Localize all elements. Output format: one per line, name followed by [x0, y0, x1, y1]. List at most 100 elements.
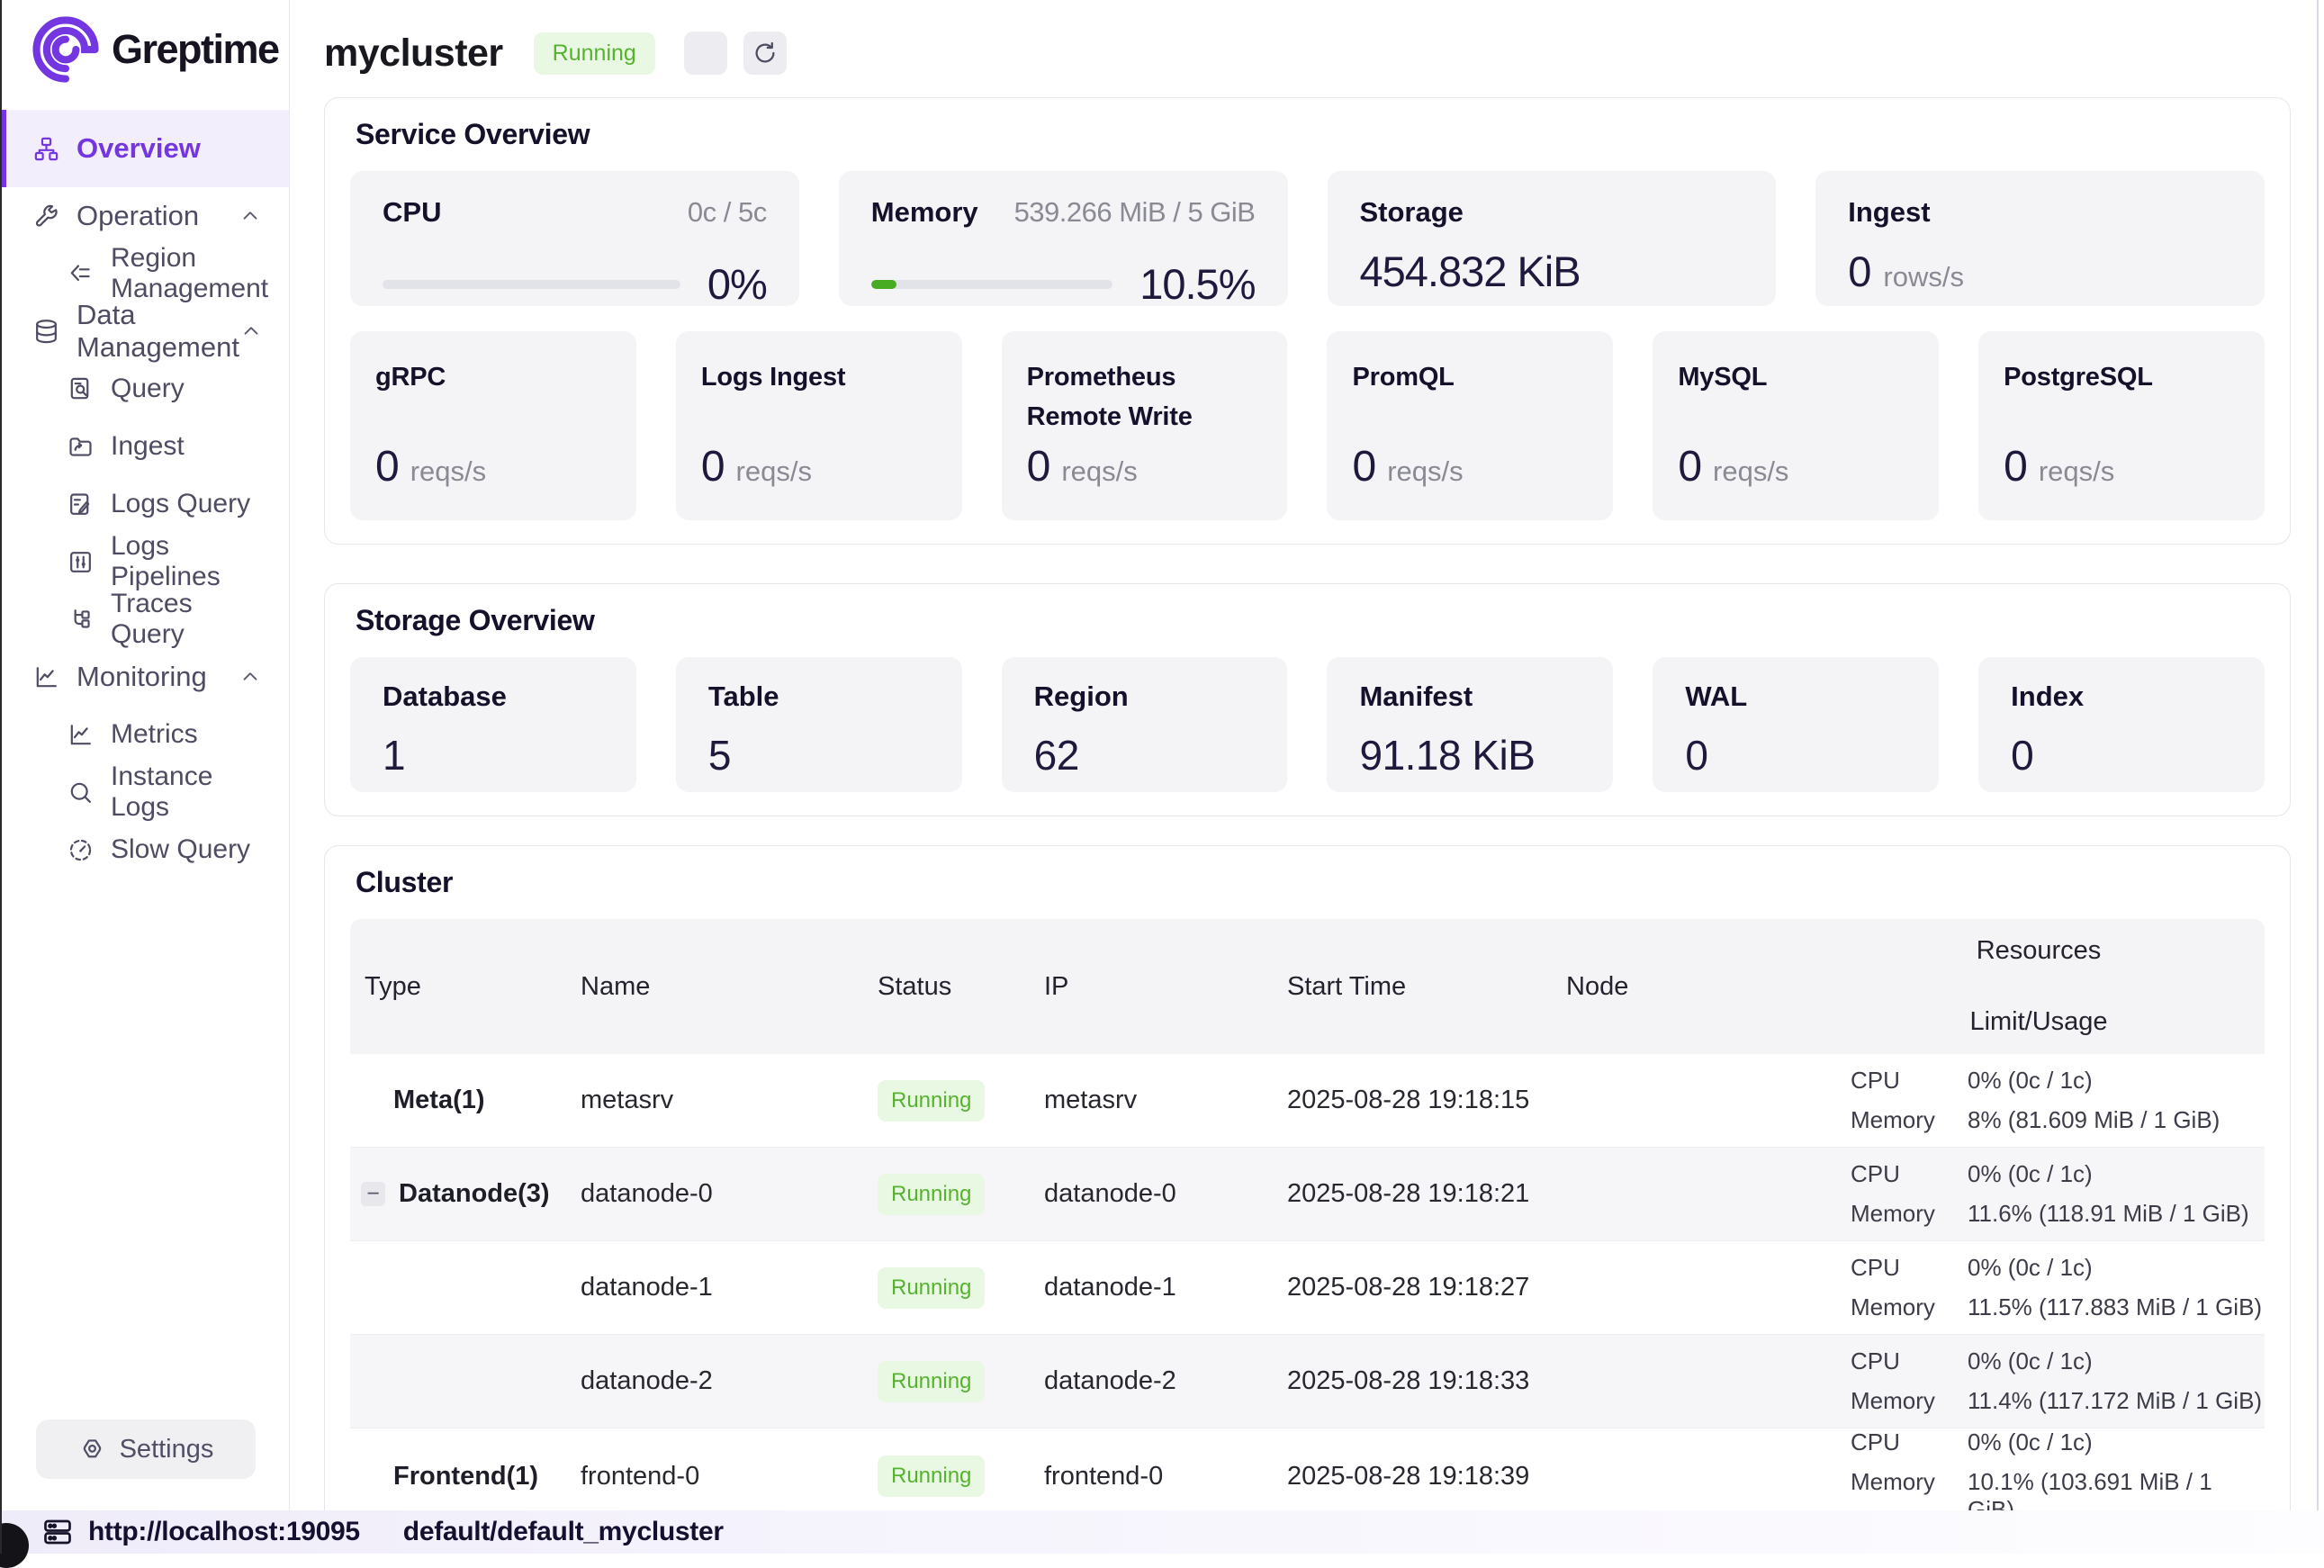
protocol-label: MySQL	[1678, 358, 1914, 398]
server-icon	[41, 1516, 74, 1548]
region-icon	[67, 260, 95, 288]
cpu-card: CPU 0c / 5c 0%	[350, 171, 799, 306]
ingest-value: 0	[1848, 247, 1870, 296]
protocol-label: PostgreSQL	[2004, 358, 2239, 398]
current-database: default/default_mycluster	[403, 1517, 724, 1547]
protocol-label: gRPC	[375, 358, 611, 398]
memory-resource-value: 8% (81.609 MiB / 1 GiB)	[1968, 1106, 2220, 1134]
sidebar-item-label: Query	[111, 374, 185, 404]
search-icon	[67, 779, 95, 807]
cell-ip: frontend-0	[1030, 1462, 1273, 1491]
stat-label: Table	[708, 680, 930, 713]
protocol-value: 0	[1678, 442, 1702, 491]
sidebar-item-ingest[interactable]: Ingest	[0, 418, 289, 475]
settings-label: Settings	[120, 1435, 214, 1464]
sidebar-item-monitoring[interactable]: Monitoring	[0, 648, 289, 706]
refresh-button[interactable]	[743, 32, 787, 75]
sidebar-item-data-management[interactable]: Data Management	[0, 302, 289, 360]
sidebar-item-overview[interactable]: Overview	[0, 110, 289, 187]
query-icon	[67, 375, 95, 403]
protocol-unit: reqs/s	[1713, 455, 1788, 488]
memory-resource-value: 11.4% (117.172 MiB / 1 GiB)	[1968, 1387, 2262, 1415]
col-start-time: Start Time	[1273, 972, 1552, 1002]
refresh-icon	[752, 40, 779, 67]
overview-icon	[32, 135, 60, 163]
sidebar-item-logs-query[interactable]: Logs Query	[0, 475, 289, 533]
cpu-resource-label: CPU	[1851, 1067, 1968, 1095]
cell-name: datanode-0	[566, 1179, 863, 1209]
protocol-card-logs-ingest: Logs Ingest 0 reqs/s	[676, 331, 962, 520]
greptime-logo-icon	[31, 14, 101, 85]
sidebar-item-metrics[interactable]: Metrics	[0, 706, 289, 763]
table-row: datanode-1 Running datanode-1 2025-08-28…	[350, 1241, 2265, 1335]
stat-label: Manifest	[1359, 680, 1581, 713]
running-badge: Running	[878, 1080, 985, 1122]
memory-resource-label: Memory	[1851, 1293, 1968, 1321]
protocol-label: Prometheus Remote Write	[1027, 358, 1263, 437]
sidebar-item-label: Operation	[77, 200, 199, 232]
table-header: Type Name Status IP Start Time Node Reso…	[350, 919, 2265, 1054]
sidebar-item-operation[interactable]: Operation	[0, 187, 289, 245]
section-title: Storage Overview	[356, 604, 2265, 637]
cell-ip: datanode-2	[1030, 1366, 1273, 1396]
protocol-label: Logs Ingest	[701, 358, 937, 398]
protocol-card-prometheus-remote-write: Prometheus Remote Write 0 reqs/s	[1002, 331, 1288, 520]
cell-resources: CPU0% (0c / 1c) Memory11.4% (117.172 MiB…	[1813, 1347, 2265, 1415]
chevron-up-icon[interactable]	[239, 665, 262, 689]
table-row: − Datanode(3) datanode-0 Running datanod…	[350, 1148, 2265, 1241]
cpu-resource-value: 0% (0c / 1c)	[1968, 1347, 2093, 1375]
node-type-label: Frontend(1)	[393, 1462, 538, 1491]
blank-action-button[interactable]	[684, 32, 727, 75]
sidebar-item-label: Slow Query	[111, 834, 250, 865]
cell-type: Meta(1)	[350, 1086, 566, 1115]
table-row: Meta(1) metasrv Running metasrv 2025-08-…	[350, 1054, 2265, 1148]
protocol-card-mysql: MySQL 0 reqs/s	[1653, 331, 1939, 520]
cell-type: Frontend(1)	[350, 1462, 566, 1491]
cpu-resource-label: CPU	[1851, 1428, 1968, 1456]
cell-start-time: 2025-08-28 19:18:39	[1273, 1462, 1552, 1491]
collapse-icon[interactable]: −	[361, 1182, 385, 1206]
cell-resources: CPU0% (0c / 1c) Memory11.6% (118.91 MiB …	[1813, 1160, 2265, 1228]
storage-card: Storage 454.832 KiB	[1328, 171, 1777, 306]
running-badge: Running	[878, 1361, 985, 1402]
cpu-limit: 0c / 5c	[688, 196, 767, 229]
stat-value: 91.18 KiB	[1359, 731, 1581, 779]
ingest-card: Ingest 0 rows/s	[1815, 171, 2265, 306]
memory-resource-value: 11.6% (118.91 MiB / 1 GiB)	[1968, 1200, 2249, 1228]
chevron-up-icon[interactable]	[239, 320, 263, 343]
protocol-unit: reqs/s	[410, 455, 486, 488]
stat-label: Region	[1034, 680, 1256, 713]
storage-stat-card-index: Index 0	[1978, 657, 2265, 792]
col-resources: Resources Limit/Usage	[1813, 936, 2265, 1037]
storage-cards-row: Database 1 Table 5 Region 62 Manifest 91…	[350, 657, 2265, 792]
protocol-unit: reqs/s	[1387, 455, 1463, 488]
sidebar-item-instance-logs[interactable]: Instance Logs	[0, 763, 289, 821]
cell-ip: datanode-1	[1030, 1273, 1273, 1302]
cell-name: datanode-2	[566, 1366, 863, 1396]
sidebar-item-slow-query[interactable]: Slow Query	[0, 821, 289, 879]
chevron-up-icon[interactable]	[239, 204, 262, 228]
stat-value: 5	[708, 731, 930, 779]
cell-start-time: 2025-08-28 19:18:21	[1273, 1179, 1552, 1209]
storage-stat-card-manifest: Manifest 91.18 KiB	[1327, 657, 1613, 792]
storage-stat-card-wal: WAL 0	[1653, 657, 1939, 792]
sidebar-item-traces-query[interactable]: Traces Query	[0, 590, 289, 648]
cell-resources: CPU0% (0c / 1c) Memory8% (81.609 MiB / 1…	[1813, 1067, 2265, 1134]
logo[interactable]: Greptime	[0, 0, 289, 85]
settings-button[interactable]: Settings	[36, 1419, 256, 1479]
scrollbar[interactable]	[2317, 0, 2319, 1510]
protocol-card-promql: PromQL 0 reqs/s	[1327, 331, 1613, 520]
cell-resources: CPU0% (0c / 1c) Memory11.5% (117.883 MiB…	[1813, 1254, 2265, 1321]
cpu-resource-value: 0% (0c / 1c)	[1968, 1428, 2093, 1456]
sidebar-item-region-management[interactable]: Region Management	[0, 245, 289, 302]
memory-percent: 10.5%	[1139, 259, 1255, 309]
memory-resource-label: Memory	[1851, 1106, 1968, 1134]
cell-status: Running	[863, 1174, 1030, 1215]
sidebar-item-logs-pipelines[interactable]: Logs Pipelines	[0, 533, 289, 590]
sidebar-item-label: Traces Query	[111, 589, 262, 650]
sidebar-item-query[interactable]: Query	[0, 360, 289, 418]
section-title: Service Overview	[356, 118, 2265, 151]
cluster-section: Cluster Type Name Status IP Start Time N…	[324, 845, 2291, 1510]
col-ip: IP	[1030, 972, 1273, 1002]
sidebar-item-label: Data Management	[77, 299, 239, 364]
